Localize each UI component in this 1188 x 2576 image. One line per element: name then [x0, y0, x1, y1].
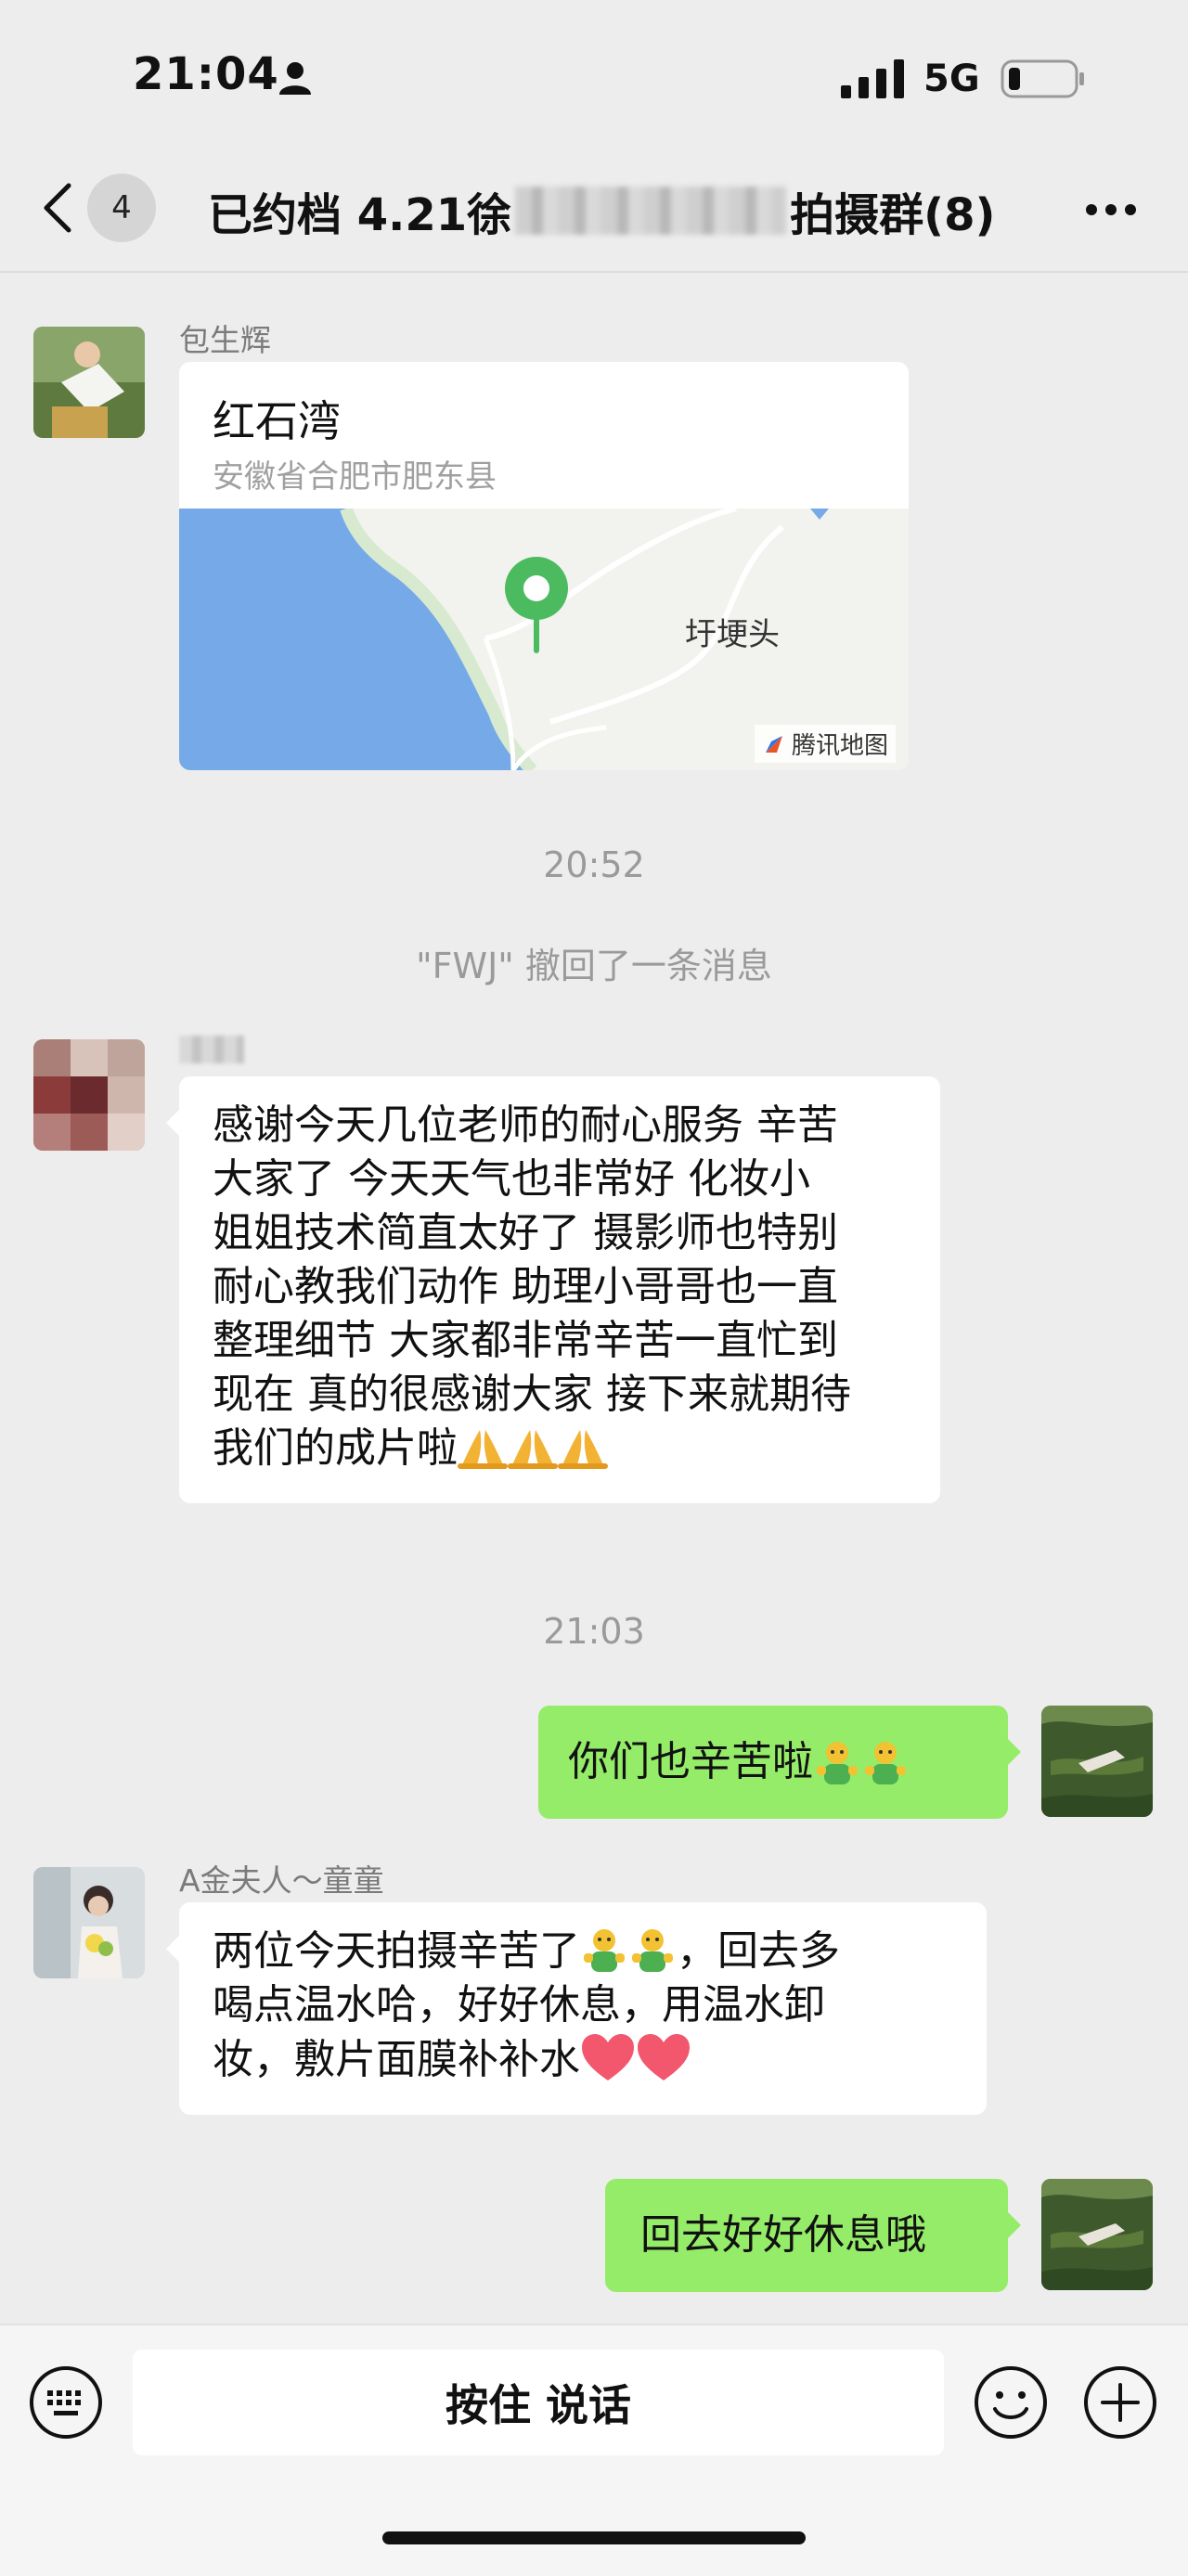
message-bubble[interactable]: 两位今天拍摄辛苦了 ，回去多 喝点温水哈，好好休息，用温水卸 妆，敷片面膜补补水: [166, 1902, 987, 2115]
message-line: 两位今天拍摄辛苦了 ，回去多: [213, 1925, 953, 1978]
message-text: 回去好好休息哦: [640, 2211, 926, 2259]
message-line-text: ，回去多: [677, 1927, 840, 1975]
timestamp: 21:03: [543, 1611, 645, 1652]
hold-to-talk-button[interactable]: 按住 说话: [133, 2350, 944, 2455]
location-address: 安徽省合肥市肥东县: [213, 458, 497, 496]
heart-emoji-icon: [638, 2034, 690, 2080]
message-line: 整理细节 大家都非常辛苦一直忙到: [213, 1317, 838, 1364]
message-line: 喝点温水哈，好好休息，用温水卸: [213, 1981, 825, 2029]
pray-emoji-icon: [508, 1430, 558, 1469]
message-line-text: 我们的成片啦: [213, 1424, 458, 1472]
my-message-bubble[interactable]: 回去好好休息哦: [605, 2179, 1021, 2292]
green-figure-emoji-icon: [584, 1929, 625, 1972]
chat-title-prefix: 已约档 4.21徐: [208, 189, 512, 241]
message-text: 你们也辛苦啦: [568, 1738, 813, 1785]
blurred-sender-name: [179, 1036, 244, 1063]
avatar-pixelated[interactable]: [33, 1039, 145, 1151]
message-line: 妆，敷片面膜补补水: [213, 2032, 953, 2087]
heart-emoji-icon: [582, 2034, 634, 2080]
green-figure-emoji-icon: [817, 1742, 858, 1784]
back-icon[interactable]: [37, 178, 80, 238]
unread-badge[interactable]: 4: [87, 174, 156, 242]
map-brand: 腾讯地图: [754, 725, 896, 763]
message-line-text: 妆，敷片面膜补补水: [213, 2036, 580, 2083]
blurred-name: [515, 187, 787, 235]
map-place-label: 圩埂头: [685, 616, 780, 653]
avatar[interactable]: [33, 1867, 145, 1978]
avatar[interactable]: [33, 327, 145, 438]
message-line: 耐心教我们动作 助理小哥哥也一直: [213, 1263, 838, 1310]
chat-title-suffix: 拍摄群(8): [790, 189, 996, 241]
tencent-map-icon: [765, 735, 782, 753]
map-brand-label: 腾讯地图: [791, 732, 888, 760]
message-line-text: 两位今天拍摄辛苦了: [213, 1927, 580, 1975]
home-indicator: [382, 2531, 806, 2544]
network-type: 5G: [923, 58, 980, 100]
status-time: 21:04: [133, 48, 279, 100]
message-line: 感谢今天几位老师的耐心服务 辛苦: [213, 1101, 838, 1149]
message-line: 我们的成片啦: [213, 1422, 907, 1475]
pray-emoji-icon: [458, 1430, 508, 1469]
my-avatar[interactable]: [1041, 2179, 1153, 2290]
pray-emoji-icon: [558, 1430, 608, 1469]
sender-name: A金夫人～童童: [179, 1862, 384, 1899]
battery-icon: [1001, 59, 1084, 98]
person-icon: [279, 62, 311, 95]
my-avatar[interactable]: [1041, 1706, 1153, 1817]
message-line: 大家了 今天天气也非常好 化妆小: [213, 1155, 810, 1203]
my-message-bubble[interactable]: 你们也辛苦啦: [538, 1706, 1021, 1819]
green-figure-emoji-icon: [632, 1929, 673, 1972]
recall-notice: "FWJ" 撤回了一条消息: [416, 946, 772, 986]
green-figure-emoji-icon: [865, 1742, 906, 1784]
more-icon[interactable]: [1084, 202, 1138, 217]
plus-icon[interactable]: [1082, 2364, 1158, 2441]
sender-name: 包生辉: [179, 322, 271, 358]
message-line: 姐姐技术简直太好了 摄影师也特别: [213, 1209, 838, 1256]
chat-title: 已约档 4.21徐 拍摄群(8): [208, 178, 995, 243]
location-name: 红石湾: [213, 396, 341, 446]
timestamp: 20:52: [543, 844, 645, 885]
location-card[interactable]: 红石湾 安徽省合肥市肥东县 圩埂头 腾讯地图: [179, 362, 909, 770]
message-bubble[interactable]: 感谢今天几位老师的耐心服务 辛苦 大家了 今天天气也非常好 化妆小 姐姐技术简直…: [166, 1076, 940, 1503]
map-preview[interactable]: 圩埂头 腾讯地图: [179, 506, 909, 770]
keyboard-icon[interactable]: [28, 2364, 104, 2441]
emoji-smile-icon[interactable]: [973, 2364, 1049, 2441]
message-line: 现在 真的很感谢大家 接下来就期待: [213, 1371, 851, 1418]
signal-icon: [841, 59, 904, 98]
nav-divider: [0, 271, 1188, 273]
